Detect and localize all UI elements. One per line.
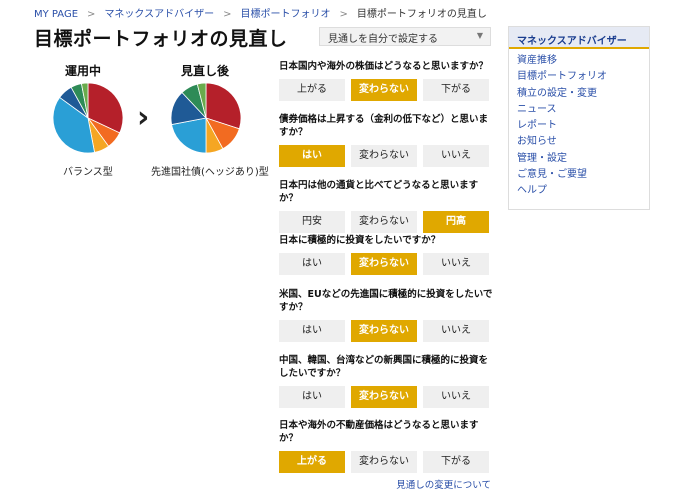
question-text: 日本国内や海外の株価はどうなると思いますか？ (279, 61, 489, 72)
sidebar-item[interactable]: レポート (517, 118, 641, 134)
breadcrumb-current: 目標ポートフォリオの見直し (356, 9, 487, 20)
question-text: 米国、EUなどの先進国に積極的に投資をしたいですか？ (279, 289, 493, 313)
answer-option-button[interactable]: はい (279, 320, 345, 342)
answer-options: はい 変わらない いいえ (279, 145, 493, 167)
current-portfolio-label: 運用中 (65, 64, 102, 78)
question-text: 日本円は他の通貨と比べてどうなると思いますか？ (279, 180, 479, 204)
answer-option-button[interactable]: はい (279, 386, 345, 408)
question-7: 日本や海外の不動産価格はどうなると思いますか？ 上がる 変わらない 下がる (279, 419, 493, 473)
answer-option-button[interactable]: 変わらない (351, 211, 417, 233)
question-text: 日本や海外の不動産価格はどうなると思いますか？ (279, 420, 479, 444)
question-text: 中国、韓国、台湾などの新興国に積極的に投資をしたいですか？ (279, 355, 489, 379)
answer-options: 上がる 変わらない 下がる (279, 79, 493, 101)
breadcrumb: MY PAGE > マネックスアドバイザー > 目標ポートフォリオ > 目標ポートフォリオの… (34, 5, 487, 20)
question-5: 米国、EUなどの先進国に積極的に投資をしたいですか？ はい 変わらない いいえ (279, 288, 493, 342)
question-text: 債券価格は上昇する（金利の低下など）と思いますか？ (279, 114, 489, 138)
answer-option-button[interactable]: はい (279, 253, 345, 275)
answer-option-button[interactable]: 変わらない (351, 253, 417, 275)
outlook-mode-value: 見通しを自分で設定する (328, 34, 438, 45)
sidebar-menu: 資産推移 目標ポートフォリオ 積立の設定・変更 ニュース レポート お知らせ 管理・設定 ご意… (509, 49, 649, 204)
page-title: 目標ポートフォリオの見直し (34, 28, 288, 50)
answer-option-button[interactable]: いいえ (423, 320, 489, 342)
answer-option-button[interactable]: 上がる (279, 451, 345, 473)
sidebar-item[interactable]: ニュース (517, 102, 641, 118)
sidebar-title: マネックスアドバイザー (509, 27, 649, 49)
sidebar-item[interactable]: ヘルプ (517, 183, 641, 199)
breadcrumb-separator: > (87, 9, 96, 20)
question-2: 債券価格は上昇する（金利の低下など）と思いますか？ はい 変わらない いいえ (279, 113, 493, 167)
sidebar-item[interactable]: 積立の設定・変更 (517, 86, 641, 102)
answer-option-button[interactable]: 円安 (279, 211, 345, 233)
outlook-change-info-link[interactable]: 見通しの変更について (396, 477, 491, 491)
answer-options: 円安 変わらない 円高 (279, 211, 493, 233)
breadcrumb-separator: > (223, 9, 232, 20)
revised-portfolio-label: 見直し後 (181, 64, 230, 78)
question-1: 日本国内や海外の株価はどうなると思いますか？ 上がる 変わらない 下がる (279, 60, 493, 101)
chevron-right-icon: › (137, 100, 150, 135)
sidebar-item[interactable]: ご意見・ご要望 (517, 167, 641, 183)
outlook-mode-select[interactable]: 見通しを自分で設定する ▼ (319, 27, 491, 46)
answer-options: 上がる 変わらない 下がる (279, 451, 493, 473)
breadcrumb-advisor[interactable]: マネックスアドバイザー (104, 9, 214, 20)
current-portfolio-pie (52, 82, 124, 154)
breadcrumb-separator: > (339, 9, 348, 20)
answer-option-button[interactable]: いいえ (423, 386, 489, 408)
answer-option-button[interactable]: はい (279, 145, 345, 167)
answer-options: はい 変わらない いいえ (279, 253, 493, 275)
answer-option-button[interactable]: 変わらない (351, 145, 417, 167)
sidebar-item[interactable]: 資産推移 (517, 53, 641, 69)
breadcrumb-portfolio[interactable]: 目標ポートフォリオ (241, 9, 331, 20)
sidebar-item[interactable]: お知らせ (517, 134, 641, 150)
question-3: 日本円は他の通貨と比べてどうなると思いますか？ 円安 変わらない 円高 (279, 179, 493, 233)
answer-option-button[interactable]: 下がる (423, 451, 489, 473)
sidebar-item[interactable]: 管理・設定 (517, 151, 641, 167)
question-text: 日本に積極的に投資をしたいですか？ (279, 235, 441, 246)
chevron-down-icon: ▼ (476, 31, 483, 40)
answer-option-button[interactable]: 上がる (279, 79, 345, 101)
revised-portfolio-caption: 先進国社債(ヘッジあり)型 (151, 167, 269, 178)
question-4: 日本に積極的に投資をしたいですか？ はい 変わらない いいえ (279, 234, 493, 275)
answer-option-button[interactable]: いいえ (423, 145, 489, 167)
answer-option-button[interactable]: 変わらない (351, 79, 417, 101)
answer-option-button[interactable]: 変わらない (351, 386, 417, 408)
revised-portfolio-pie (170, 82, 242, 154)
current-portfolio-caption: バランス型 (63, 167, 113, 178)
answer-option-button[interactable]: 下がる (423, 79, 489, 101)
answer-option-button[interactable]: 円高 (423, 211, 489, 233)
sidebar-item[interactable]: 目標ポートフォリオ (517, 69, 641, 85)
answer-option-button[interactable]: 変わらない (351, 320, 417, 342)
sidebar: マネックスアドバイザー 資産推移 目標ポートフォリオ 積立の設定・変更 ニュース レポー… (508, 26, 650, 210)
breadcrumb-mypage[interactable]: MY PAGE (34, 9, 78, 20)
answer-options: はい 変わらない いいえ (279, 320, 493, 342)
answer-option-button[interactable]: いいえ (423, 253, 489, 275)
answer-option-button[interactable]: 変わらない (351, 451, 417, 473)
question-6: 中国、韓国、台湾などの新興国に積極的に投資をしたいですか？ はい 変わらない いいえ (279, 354, 493, 408)
answer-options: はい 変わらない いいえ (279, 386, 493, 408)
